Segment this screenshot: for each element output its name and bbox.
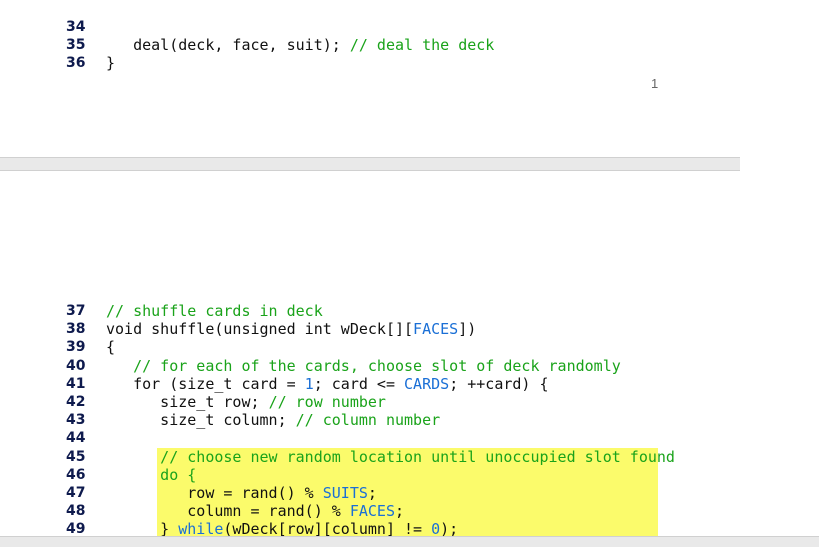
- code-token: do {: [106, 465, 197, 484]
- code-line: 34 deal(deck, face, suit); // deal the d…: [0, 0, 494, 54]
- page-1: 34 deal(deck, face, suit); // deal the d…: [0, 0, 740, 157]
- code-token: // for each of the cards, choose slot of…: [106, 356, 621, 375]
- code-text: // shuffle cards in deck: [106, 302, 323, 320]
- code-token: ;: [395, 502, 405, 521]
- code-token: FACES: [349, 502, 395, 521]
- code-token: ; ++card) {: [449, 374, 549, 393]
- code-token: size_t row;: [106, 393, 269, 411]
- page-separator-bottom: [0, 536, 819, 547]
- code-token: row = rand() %: [106, 484, 323, 502]
- line-number: 43: [66, 412, 86, 429]
- highlight-row: [157, 465, 658, 484]
- code-token: SUITS: [322, 484, 368, 502]
- code-text: // for each of the cards, choose slot of…: [106, 357, 621, 375]
- code-token: ]): [458, 320, 477, 339]
- code-line: 35 }: [0, 18, 115, 72]
- code-line: 36: [0, 36, 85, 71]
- code-token: // choose new random location until unoc…: [106, 447, 675, 466]
- line-number: 46: [66, 466, 86, 483]
- code-token: // column number: [295, 411, 441, 430]
- code-text: column = rand() % FACES;: [106, 502, 404, 520]
- code-token: FACES: [413, 320, 459, 339]
- code-token: size_t column;: [106, 411, 296, 430]
- code-token: void shuffle(unsigned int wDeck[][: [106, 320, 414, 339]
- line-number: 37: [66, 303, 86, 319]
- code-token: // row number: [268, 393, 386, 411]
- code-token: ; card <=: [313, 374, 405, 393]
- code-token: {: [106, 338, 116, 357]
- line-number: 44: [66, 430, 86, 447]
- line-number: 42: [66, 394, 86, 410]
- code-text: deal(deck, face, suit); // deal the deck: [106, 36, 495, 54]
- code-token: ;: [367, 484, 377, 502]
- line-number: 39: [66, 339, 86, 356]
- line-number: 34: [66, 19, 86, 35]
- line-number: 38: [66, 321, 86, 338]
- code-text: for (size_t card = 1; card <= CARDS; ++c…: [106, 374, 549, 393]
- line-number: 40: [66, 357, 86, 374]
- line-number: 47: [66, 485, 86, 501]
- code-text: size_t row; // row number: [106, 393, 386, 411]
- code-text: void shuffle(unsigned int wDeck[][FACES]…: [106, 320, 476, 338]
- code-text: // choose new random location until unoc…: [106, 448, 675, 466]
- code-text: size_t column; // column number: [106, 411, 440, 429]
- code-token: CARDS: [404, 374, 450, 393]
- code-token: column = rand() %: [106, 502, 350, 521]
- code-text: }: [106, 54, 116, 72]
- code-token: 1: [304, 374, 314, 393]
- page-2: 37 // shuffle cards in deck 38 void shuffle…: [0, 171, 740, 539]
- line-number: 35: [66, 37, 86, 53]
- line-number: 48: [66, 503, 86, 520]
- code-text: do {: [106, 466, 196, 484]
- line-number: 36: [66, 55, 86, 71]
- line-number: 41: [66, 375, 86, 392]
- code-token: for (size_t card =: [106, 374, 305, 393]
- code-text: row = rand() % SUITS;: [106, 484, 377, 502]
- code-token: // shuffle cards in deck: [106, 302, 323, 320]
- line-number: 45: [66, 448, 86, 465]
- page-separator: [0, 157, 740, 171]
- code-text: {: [106, 338, 115, 356]
- page-number: 1: [651, 76, 659, 91]
